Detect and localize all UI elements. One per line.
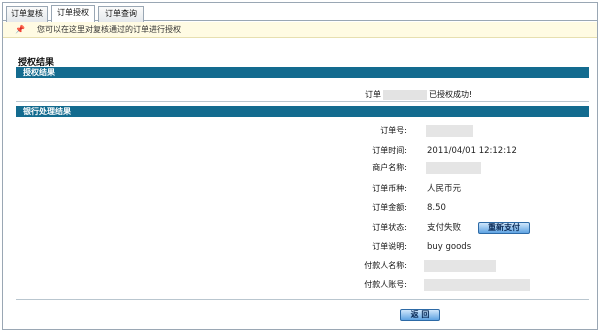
success-prefix: 订单 [365, 90, 381, 99]
pin-icon: 📌 [15, 25, 25, 34]
amount-value: 8.50 [427, 203, 446, 213]
repay-button[interactable]: 重新支付 [478, 222, 530, 234]
row-order-time: 订单时间: 2011/04/01 12:12:12 [3, 144, 597, 158]
row-payer-account: 付款人账号: [3, 278, 597, 292]
redacted-payer-account [424, 279, 530, 291]
redacted-order-number-value [426, 125, 473, 137]
currency-label: 订单币种: [372, 184, 407, 193]
redacted-payer-name [424, 260, 496, 272]
order-time-value: 2011/04/01 12:12:12 [427, 146, 517, 156]
success-message: 订单 已授权成功! [365, 89, 472, 100]
row-merchant-name: 商户名称: [3, 161, 597, 175]
success-suffix: 已授权成功! [429, 90, 473, 99]
row-description: 订单说明: buy goods [3, 240, 597, 254]
tab-bar: 订单复核 订单授权 订单查询 [3, 3, 597, 22]
row-currency: 订单币种: 人民币元 [3, 182, 597, 196]
order-number-label: 订单号: [380, 126, 407, 135]
payer-account-label: 付款人账号: [364, 280, 407, 289]
back-button[interactable]: 返 回 [400, 309, 440, 321]
row-order-number: 订单号: [3, 124, 597, 138]
hint-bar: 📌 您可以在这里对复核通过的订单进行授权 [3, 22, 597, 38]
amount-label: 订单金额: [372, 203, 407, 212]
tab-order-review[interactable]: 订单复核 [6, 6, 48, 22]
main-window: 订单复核 订单授权 订单查询 📌 您可以在这里对复核通过的订单进行授权 授权结果… [2, 2, 598, 330]
section-bank-result: 银行处理结果 [16, 106, 589, 117]
order-time-label: 订单时间: [372, 146, 407, 155]
row-payer-name: 付款人名称: [3, 259, 597, 273]
divider [16, 101, 589, 102]
currency-value: 人民币元 [427, 184, 462, 194]
hint-text: 您可以在这里对复核通过的订单进行授权 [37, 25, 181, 34]
description-value: buy goods [427, 242, 472, 252]
description-label: 订单说明: [372, 242, 407, 251]
divider-bottom [16, 299, 589, 300]
row-amount: 订单金额: 8.50 [3, 201, 597, 215]
status-label: 订单状态: [372, 223, 407, 232]
section-auth-result: 授权结果 [16, 67, 589, 78]
payer-name-label: 付款人名称: [364, 261, 407, 270]
tab-order-query[interactable]: 订单查询 [98, 6, 144, 22]
tab-order-authorize[interactable]: 订单授权 [51, 5, 95, 22]
redacted-order-number [383, 89, 427, 100]
status-value: 支付失败 [427, 223, 462, 233]
redacted-merchant-name [426, 162, 481, 174]
merchant-name-label: 商户名称: [372, 163, 407, 172]
